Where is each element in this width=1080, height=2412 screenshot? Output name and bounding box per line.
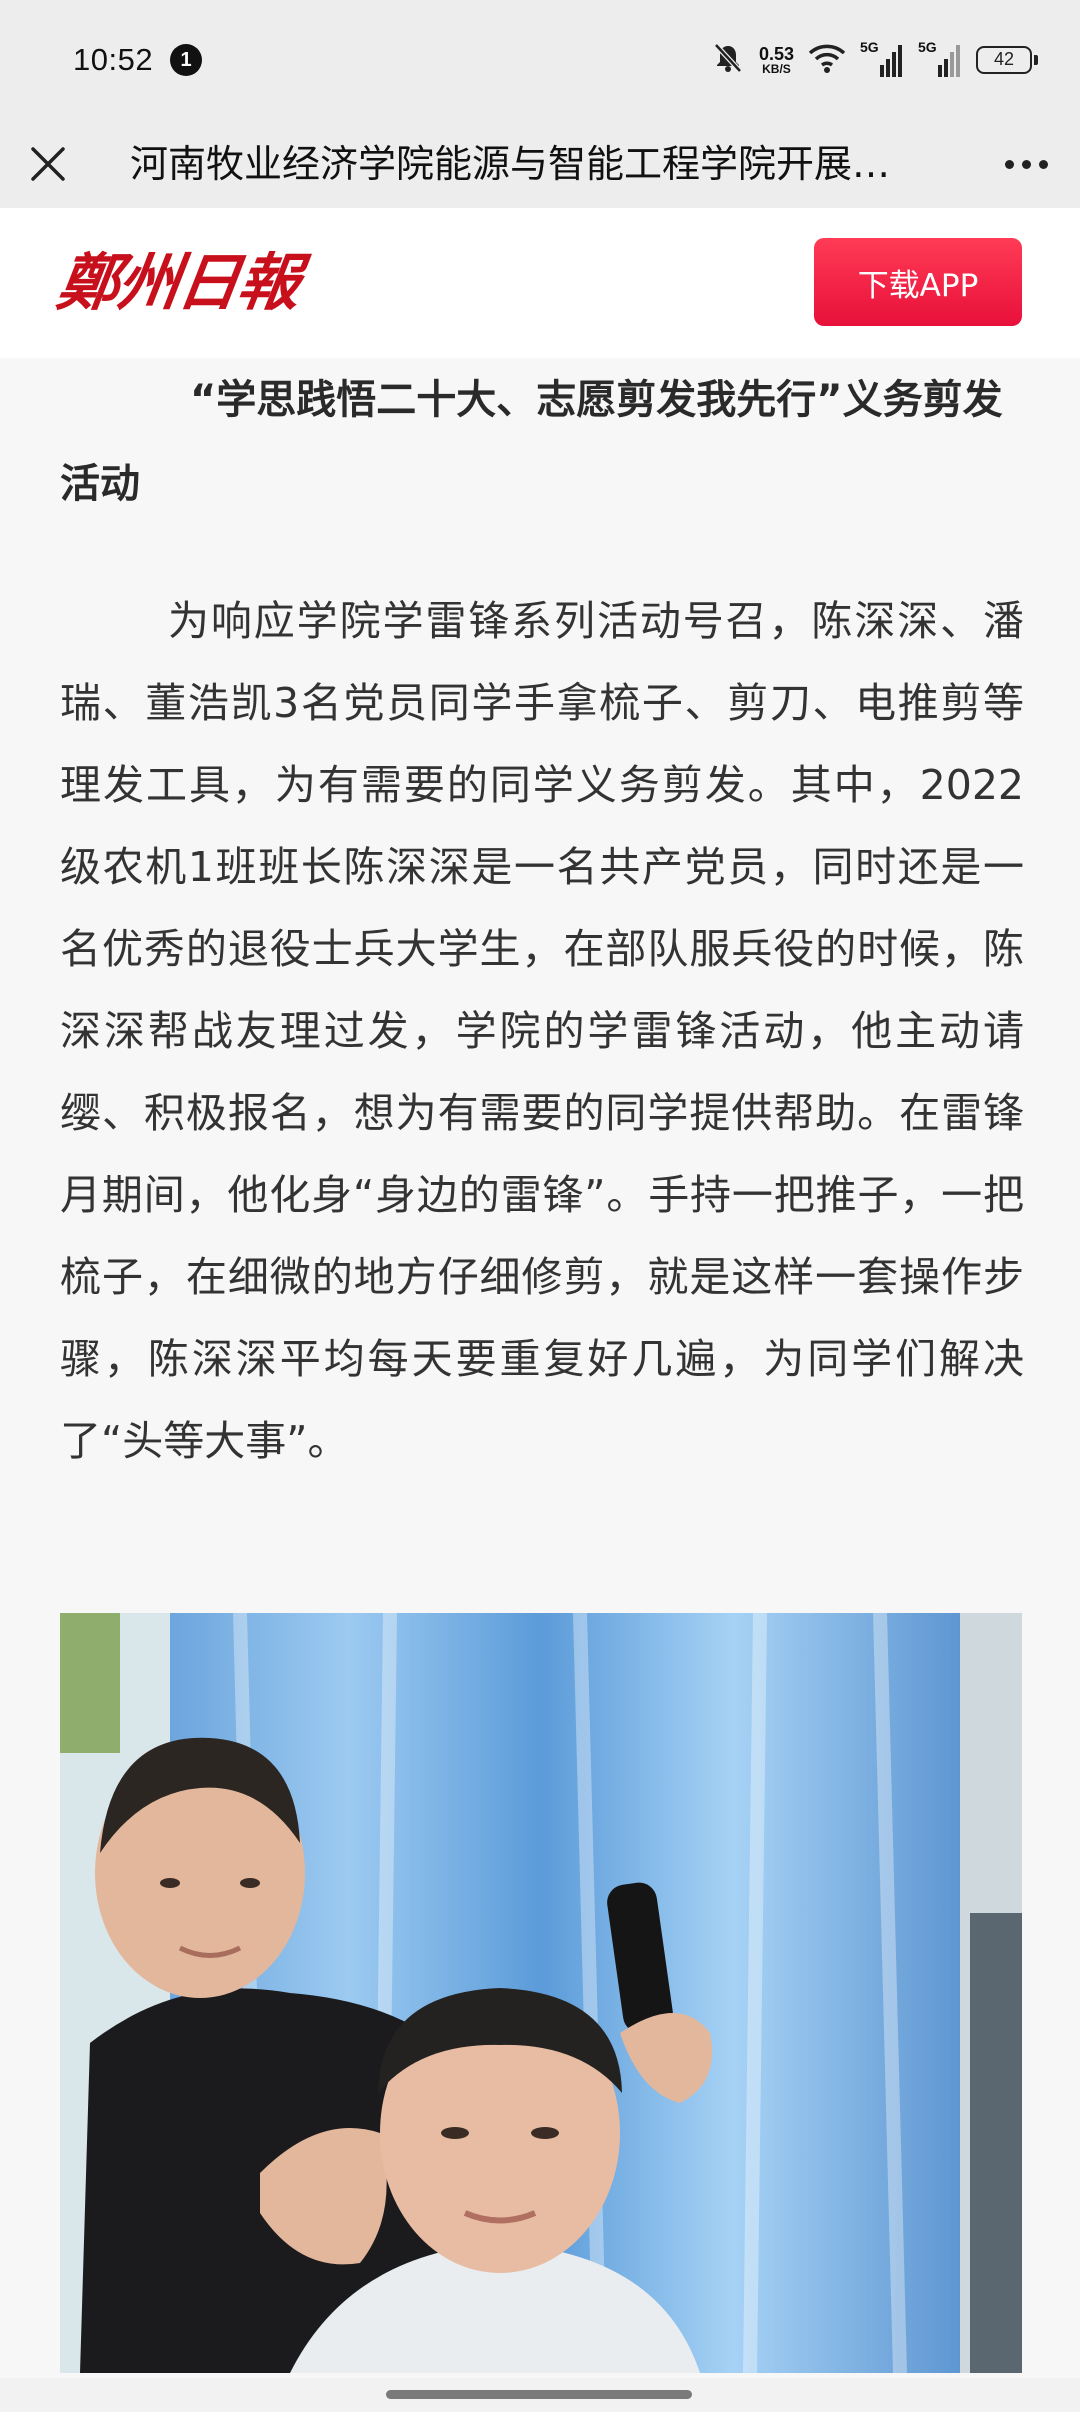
net-speed-value: 0.53 [758, 44, 794, 64]
title-bar: 河南牧业经济学院能源与智能工程学院开展… [0, 122, 1080, 208]
battery-level: 42 [993, 49, 1015, 69]
signal-icon-2: 5G [918, 39, 962, 79]
wifi-icon [808, 42, 846, 78]
article-paragraph: 为响应学院学雷锋系列活动号召，陈深深、潘瑞、董浩凯3名党员同学手拿梳子、剪刀、电… [60, 597, 1024, 1465]
status-time: 10:52 [73, 42, 154, 77]
article-body: “学思践悟二十大、志愿剪发我先行”义务剪发活动 为响应学院学雷锋系列活动号召，陈… [0, 358, 1080, 2378]
brand-logo: 鄭州日報 [52, 246, 304, 319]
home-indicator [0, 2378, 1080, 2412]
net-speed: 0.53 KB/S [759, 45, 794, 75]
more-icon-dot [1021, 159, 1031, 169]
more-button[interactable] [996, 140, 1056, 188]
close-icon [31, 147, 65, 181]
mute-bell-icon [711, 41, 745, 79]
more-icon [1004, 159, 1014, 169]
battery-icon: 42 [976, 46, 1038, 74]
signal-icon-1: 5G [860, 39, 904, 79]
article-heading: “学思践悟二十大、志愿剪发我先行”义务剪发活动 [60, 377, 1003, 507]
home-indicator-pill[interactable] [386, 2390, 692, 2399]
page-title: 河南牧业经济学院能源与智能工程学院开展… [130, 142, 891, 186]
notification-badge: 1 [170, 44, 202, 76]
article-photo[interactable] [60, 1613, 1022, 2373]
photo-haircut [60, 1613, 1022, 2373]
status-icons: 0.53 KB/S 5G 5G 42 [711, 38, 1038, 82]
close-button[interactable] [24, 140, 72, 188]
download-app-button[interactable]: 下载APP [814, 238, 1022, 326]
net-speed-unit: KB/S [762, 62, 791, 76]
status-bar: 10:52 1 0.53 KB/S 5G 5G 42 [0, 0, 1080, 122]
more-icon-dot [1038, 159, 1048, 169]
brand-bar: 鄭州日報 下载APP [0, 208, 1080, 358]
